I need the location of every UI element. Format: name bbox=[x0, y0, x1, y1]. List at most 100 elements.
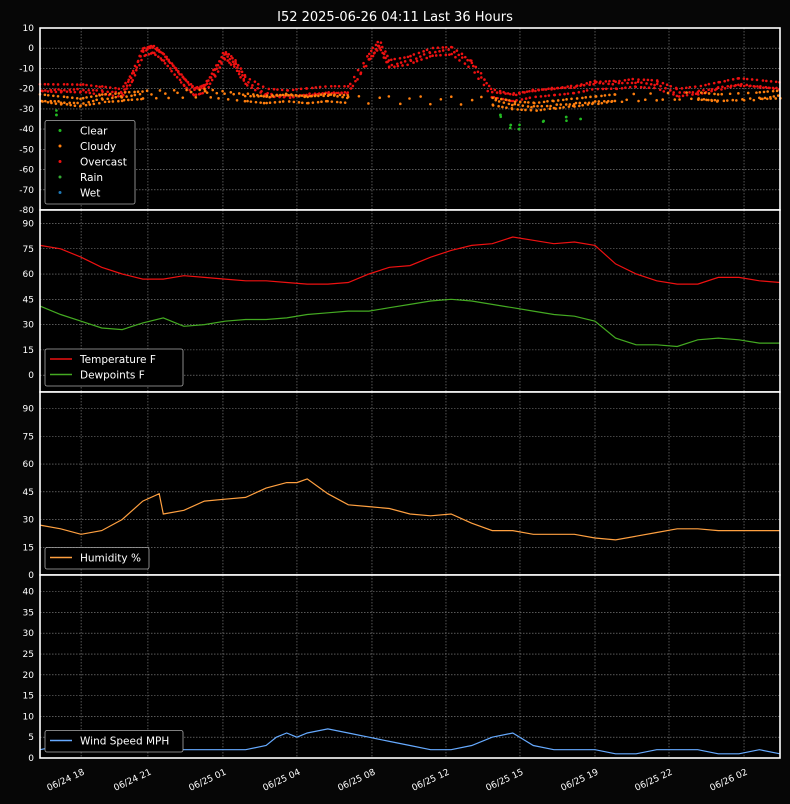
data-point-overcast bbox=[561, 86, 564, 89]
data-point-overcast bbox=[81, 83, 85, 86]
data-point-cloudy bbox=[533, 101, 536, 105]
data-point-overcast bbox=[483, 78, 486, 81]
data-point-overcast bbox=[356, 78, 359, 81]
data-point-overcast bbox=[454, 55, 457, 59]
data-point-overcast bbox=[101, 90, 104, 94]
data-point-overcast bbox=[111, 90, 114, 94]
data-point-cloudy bbox=[339, 101, 342, 104]
data-point-overcast bbox=[117, 87, 121, 91]
data-point-cloudy bbox=[520, 108, 523, 112]
data-point-overcast bbox=[425, 56, 429, 60]
weather-chart-svg: I52 2025-06-26 04:11 Last 36 Hours 10 0 -1… bbox=[19, 10, 782, 794]
data-point-overcast bbox=[463, 62, 467, 65]
data-point-overcast bbox=[618, 79, 621, 83]
data-point-overcast bbox=[486, 89, 490, 93]
data-point-cloudy bbox=[491, 104, 495, 107]
x-tick-label: 06/25 19 bbox=[560, 768, 601, 794]
data-point-cloudy bbox=[172, 88, 176, 92]
data-point-cloudy bbox=[104, 92, 108, 96]
data-point-overcast bbox=[136, 60, 140, 64]
data-point-overcast bbox=[375, 49, 379, 52]
data-point-cloudy bbox=[610, 99, 614, 103]
data-point-overcast bbox=[267, 87, 271, 91]
y-tick-label: 90 bbox=[23, 405, 35, 415]
data-point-overcast bbox=[417, 51, 421, 55]
data-point-overcast bbox=[696, 93, 700, 96]
data-point-overcast bbox=[634, 85, 638, 89]
data-point-overcast bbox=[238, 70, 241, 73]
data-point-overcast bbox=[604, 87, 608, 91]
data-point-overcast bbox=[72, 88, 76, 91]
data-point-cloudy bbox=[164, 92, 167, 95]
data-point-overcast bbox=[582, 83, 586, 87]
y-tick-label: -50 bbox=[19, 145, 34, 155]
data-point-overcast bbox=[436, 46, 440, 49]
data-point-cloudy bbox=[537, 101, 541, 104]
data-point-overcast bbox=[79, 90, 82, 93]
data-point-cloudy bbox=[603, 94, 607, 97]
data-point-cloudy bbox=[600, 101, 604, 105]
data-point-cloudy bbox=[575, 97, 579, 100]
data-point-overcast bbox=[205, 82, 209, 86]
data-point-cloudy bbox=[419, 95, 422, 98]
y-tick-label: 0 bbox=[28, 371, 34, 381]
data-point-overcast bbox=[745, 77, 749, 81]
data-point-overcast bbox=[132, 71, 136, 75]
data-point-overcast bbox=[377, 44, 381, 48]
panel-sky: 10 0 -10 -20 -30 -40 -50 -60 -70 -80 Clear Cloudy Ov… bbox=[19, 24, 782, 216]
data-point-cloudy bbox=[71, 96, 74, 100]
data-point-overcast bbox=[233, 65, 236, 68]
data-point-overcast bbox=[611, 82, 615, 86]
data-point-cloudy bbox=[111, 100, 115, 103]
data-point-cloudy bbox=[649, 92, 652, 95]
data-point-cloudy bbox=[742, 98, 746, 102]
data-point-overcast bbox=[295, 88, 298, 91]
data-point-overcast bbox=[534, 95, 537, 99]
data-point-overcast bbox=[458, 59, 461, 62]
data-point-overcast bbox=[135, 68, 138, 72]
data-point-cloudy bbox=[449, 95, 453, 99]
data-point-overcast bbox=[476, 70, 480, 74]
data-point-cloudy bbox=[326, 99, 329, 103]
data-point-overcast bbox=[566, 92, 570, 95]
data-point-overcast bbox=[71, 83, 74, 86]
data-point-overcast bbox=[487, 84, 491, 88]
data-point-overcast bbox=[563, 92, 566, 96]
data-point-overcast bbox=[428, 55, 432, 58]
data-point-overcast bbox=[653, 86, 656, 90]
data-point-overcast bbox=[69, 90, 72, 94]
legend-label: Cloudy bbox=[80, 141, 116, 153]
data-point-cloudy bbox=[63, 101, 66, 105]
data-point-overcast bbox=[162, 59, 166, 62]
data-point-cloudy bbox=[252, 94, 256, 98]
data-point-overcast bbox=[231, 56, 234, 60]
data-point-cloudy bbox=[229, 90, 233, 94]
y-tick-label: 25 bbox=[23, 650, 34, 660]
data-point-overcast bbox=[753, 85, 756, 88]
data-point-cloudy bbox=[567, 105, 571, 108]
data-point-overcast bbox=[675, 94, 679, 98]
data-point-overcast bbox=[216, 63, 220, 67]
data-point-overcast bbox=[84, 90, 88, 94]
data-point-overcast bbox=[56, 83, 60, 86]
data-point-cloudy bbox=[133, 93, 137, 97]
data-point-overcast bbox=[656, 80, 659, 83]
data-point-overcast bbox=[144, 53, 148, 57]
data-point-overcast bbox=[765, 79, 768, 83]
data-point-overcast bbox=[447, 48, 450, 51]
data-point-overcast bbox=[547, 94, 551, 97]
data-point-cloudy bbox=[54, 102, 58, 105]
data-point-cloudy bbox=[357, 94, 361, 98]
data-point-cloudy bbox=[103, 100, 107, 104]
legend: Wind Speed MPH bbox=[44, 730, 184, 753]
data-point-overcast bbox=[123, 88, 126, 91]
y-tick-label: 10 bbox=[23, 24, 35, 34]
data-point-overcast bbox=[547, 87, 550, 90]
data-point-overcast bbox=[759, 85, 762, 88]
data-point-overcast bbox=[441, 49, 445, 52]
data-point-cloudy bbox=[262, 95, 266, 98]
data-point-cloudy bbox=[530, 105, 533, 109]
data-point-cloudy bbox=[189, 90, 193, 94]
data-point-overcast bbox=[439, 53, 442, 57]
data-point-cloudy bbox=[254, 100, 258, 104]
